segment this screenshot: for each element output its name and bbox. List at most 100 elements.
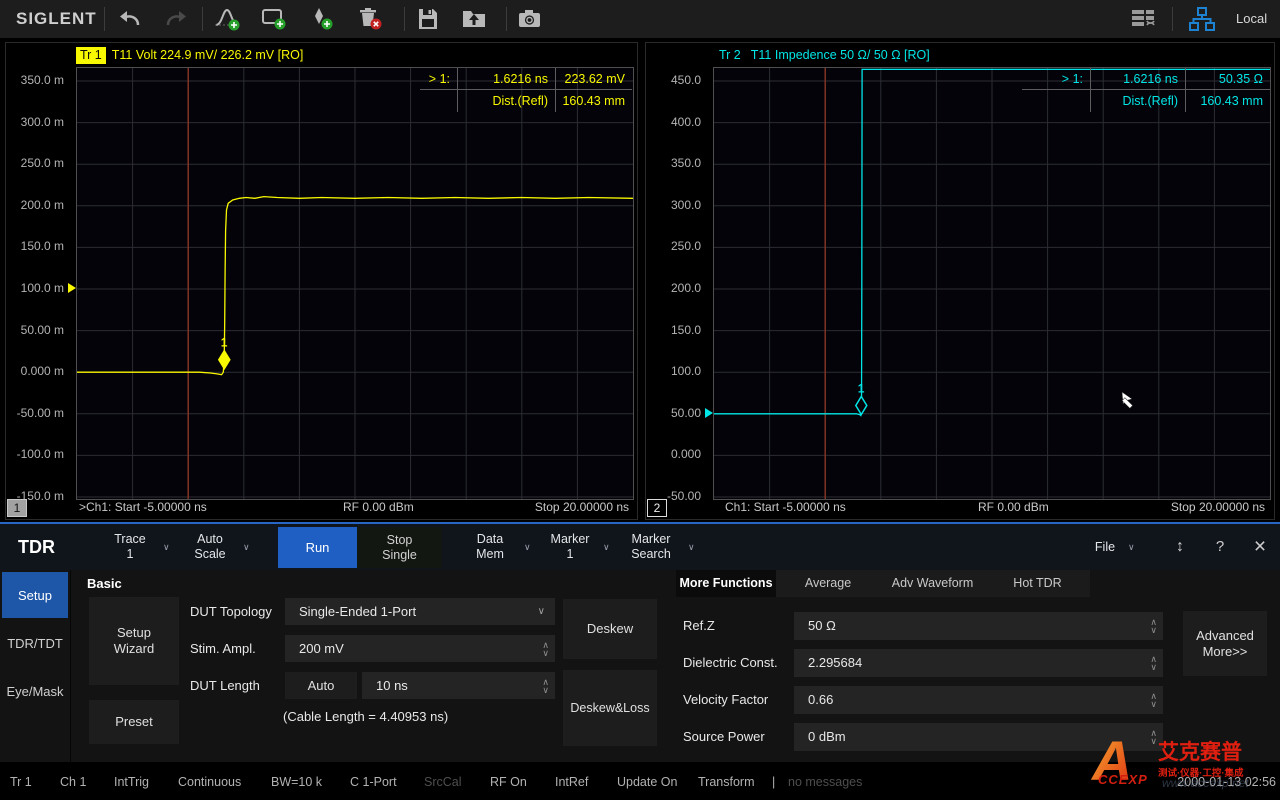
tab-more-functions[interactable]: More Functions xyxy=(676,570,776,597)
menu-marker-search[interactable]: MarkerSearch xyxy=(618,532,684,562)
setup-wizard-button[interactable]: SetupWizard xyxy=(89,597,179,685)
menu-trace[interactable]: Trace1 xyxy=(100,532,160,562)
chart2-y-axis: 450.0400.0350.0300.0250.0200.0150.0100.0… xyxy=(646,43,707,521)
undo-icon[interactable] xyxy=(116,6,144,32)
tdr-panel-header: TDR Trace1 ∨ AutoScale ∨ Run StopSingle … xyxy=(0,522,1280,570)
marker-dist-label: Dist.(Refl) xyxy=(457,90,555,112)
siglent-logo: SIGLENT xyxy=(16,9,97,29)
marker-dist-value: 160.43 mm xyxy=(555,90,632,112)
stepper-icon[interactable]: ∧∨ xyxy=(542,641,549,657)
marker-id: > 1: xyxy=(1022,68,1090,90)
marker-1-diamond[interactable] xyxy=(219,351,230,369)
chevron-down-icon: ∨ xyxy=(163,542,170,553)
chevron-down-icon[interactable]: ∨ xyxy=(538,598,545,625)
dut-length-input[interactable]: 10 ns ∧∨ xyxy=(362,672,555,699)
marker-time: 1.6216 ns xyxy=(457,68,555,90)
tab-hot-tdr[interactable]: Hot TDR xyxy=(985,570,1090,597)
screenshot-icon[interactable] xyxy=(516,6,544,32)
stepper-icon[interactable]: ∧∨ xyxy=(1150,692,1157,708)
dut-topology-select[interactable]: Single-Ended 1-Port ∨ xyxy=(285,598,555,625)
status-messages: no messages xyxy=(788,774,862,790)
stepper-icon[interactable]: ∧∨ xyxy=(1150,729,1157,745)
marker-dist-label: Dist.(Refl) xyxy=(1090,90,1185,112)
marker-label: 1 xyxy=(221,336,228,350)
velocity-factor-input[interactable]: 0.66 ∧∨ xyxy=(794,686,1163,714)
y-tick-label: 450.0 xyxy=(671,72,701,88)
dut-length-auto-button[interactable]: Auto xyxy=(285,672,357,699)
y-tick-label: 150.0 xyxy=(671,322,701,338)
reference-level-arrow-icon[interactable] xyxy=(705,408,713,418)
chart2-plot-area[interactable]: 1 xyxy=(713,67,1271,500)
sidebar-item-setup[interactable]: Setup xyxy=(2,572,68,618)
chart1-footer: >Ch1: Start -5.00000 ns RF 0.00 dBm Stop… xyxy=(7,498,636,516)
rf-power: RF 0.00 dBm xyxy=(978,498,1049,516)
status-item-inttrig: IntTrig xyxy=(114,774,149,790)
system-info-icon[interactable] xyxy=(1130,6,1158,32)
stepper-icon[interactable]: ∧∨ xyxy=(542,678,549,694)
channel-info: Ch1: Start -5.00000 ns xyxy=(725,498,846,516)
y-tick-label: 150.0 m xyxy=(21,238,64,254)
menu-data-mem[interactable]: DataMem xyxy=(459,532,521,562)
source-power-input[interactable]: 0 dBm ∧∨ xyxy=(794,723,1163,751)
stim-ampl-input[interactable]: 200 mV ∧∨ xyxy=(285,635,555,662)
close-icon[interactable]: × xyxy=(1248,524,1272,570)
y-tick-label: 350.0 xyxy=(671,155,701,171)
tdr-impedance-chart-window[interactable]: Tr 2T11 Impedence 50 Ω/ 50 Ω [RO] 450.04… xyxy=(645,42,1275,520)
chevron-down-icon: ∨ xyxy=(1128,542,1135,553)
marker-label: 1 xyxy=(858,382,865,396)
marker-id: > 1: xyxy=(420,68,457,90)
add-trace-icon[interactable] xyxy=(214,6,242,32)
reference-level-arrow-icon[interactable] xyxy=(68,283,76,293)
stop-single-button[interactable]: StopSingle xyxy=(357,527,442,568)
y-tick-label: 350.0 m xyxy=(21,72,64,88)
dut-topology-label: DUT Topology xyxy=(190,598,272,625)
marker-dist-value: 160.43 mm xyxy=(1185,90,1270,112)
status-item-bw-10-k: BW=10 k xyxy=(271,774,322,790)
trace1-badge[interactable]: Tr 1 xyxy=(76,47,106,64)
advanced-more-button[interactable]: AdvancedMore>> xyxy=(1183,611,1267,676)
network-icon[interactable] xyxy=(1188,6,1216,32)
stop-time: Stop 20.00000 ns xyxy=(535,498,629,516)
tdr-voltage-chart-window[interactable]: Tr 1T11 Volt 224.9 mV/ 226.2 mV [RO] 350… xyxy=(5,42,638,520)
stepper-icon[interactable]: ∧∨ xyxy=(1150,618,1157,634)
deskew-loss-button[interactable]: Deskew&Loss xyxy=(563,670,657,746)
tab-adv-waveform[interactable]: Adv Waveform xyxy=(880,570,985,597)
sidebar-item-tdr-tdt[interactable]: TDR/TDT xyxy=(2,620,68,666)
menu-auto-scale[interactable]: AutoScale xyxy=(180,532,240,562)
marker-1-diamond[interactable] xyxy=(856,396,867,414)
add-window-icon[interactable] xyxy=(260,6,288,32)
run-button[interactable]: Run xyxy=(278,527,357,568)
ref-z-input[interactable]: 50 Ω ∧∨ xyxy=(794,612,1163,640)
y-tick-label: 0.000 m xyxy=(21,363,64,379)
tab-average[interactable]: Average xyxy=(776,570,880,597)
status-item-tr-1: Tr 1 xyxy=(10,774,32,790)
recall-icon[interactable] xyxy=(460,6,488,32)
toolbar-divider xyxy=(404,7,405,31)
y-tick-label: 0.000 xyxy=(671,446,701,462)
chart1-marker-readout: > 1: 1.6216 ns 223.62 mV Dist.(Refl) 160… xyxy=(420,68,632,112)
stepper-icon[interactable]: ∧∨ xyxy=(1150,655,1157,671)
local-mode-label[interactable]: Local xyxy=(1236,11,1267,26)
status-divider: | xyxy=(772,774,775,790)
tdr-panel-title: TDR xyxy=(18,524,55,570)
sidebar-item-eye-mask[interactable]: Eye/Mask xyxy=(2,668,68,714)
chart1-plot-area[interactable]: 1 xyxy=(76,67,634,500)
add-marker-icon[interactable] xyxy=(308,6,336,32)
trace2-badge[interactable]: Tr 2 xyxy=(719,47,741,64)
y-tick-label: 250.0 m xyxy=(21,155,64,171)
menu-marker[interactable]: Marker1 xyxy=(540,532,600,562)
redo-icon[interactable] xyxy=(162,6,190,32)
ref-z-label: Ref.Z xyxy=(683,612,715,640)
tdr-panel-body: Setup TDR/TDT Eye/Mask Basic SetupWizard… xyxy=(0,570,1280,762)
channel-info: >Ch1: Start -5.00000 ns xyxy=(79,498,207,516)
deskew-button[interactable]: Deskew xyxy=(563,599,657,659)
dielectric-const-input[interactable]: 2.295684 ∧∨ xyxy=(794,649,1163,677)
resize-panel-icon[interactable]: ↕ xyxy=(1170,524,1190,570)
help-icon[interactable]: ? xyxy=(1210,524,1230,570)
delete-icon[interactable] xyxy=(356,6,384,32)
status-item-transform: Transform xyxy=(698,774,755,790)
menu-file[interactable]: File xyxy=(1088,524,1122,570)
save-icon[interactable] xyxy=(414,6,442,32)
status-item-update-on: Update On xyxy=(617,774,677,790)
preset-button[interactable]: Preset xyxy=(89,700,179,744)
